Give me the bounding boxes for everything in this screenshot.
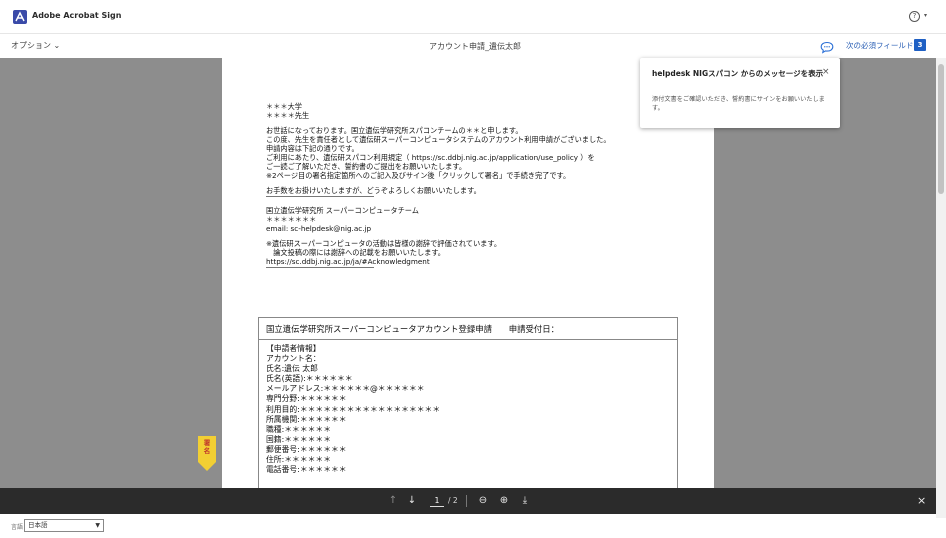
vertical-scrollbar[interactable] (936, 58, 946, 518)
next-required-field-button[interactable]: 次の必須フィールド (846, 40, 913, 51)
toolbar-divider (466, 495, 467, 507)
sender-message-popup: helpdesk NIGスパコン からのメッセージを表示 × 添付文書をご確認い… (640, 58, 840, 128)
scrollbar-thumb[interactable] (938, 64, 944, 194)
letter-line: ご一読ご了解いただき、誓約書のご提出をお願いいたします。 (266, 162, 467, 171)
letter-line: ＊＊＊＊先生 (266, 111, 310, 120)
letter-line: ＊＊＊大学 (266, 102, 302, 111)
options-menu-button[interactable]: オプション ⌄ (11, 40, 60, 51)
form-field-line: 【申請者情報】 (266, 344, 321, 353)
arrow-down-icon[interactable]: ↓ (405, 488, 419, 514)
arrow-up-icon[interactable]: ↑ (386, 488, 400, 514)
application-form: 国立遺伝学研究所スーパーコンピュータアカウント登録申請 申請受付日： 【申請者情… (258, 317, 678, 488)
zoom-in-icon[interactable]: ⊕ (497, 488, 511, 514)
letter-line: ご利用にあたり、遺伝研スパコン利用規定（ https://sc.ddbj.nig… (266, 153, 595, 162)
popup-message: 添付文書をご確認いただき、誓約書にサインをお願いいたします。 (652, 96, 825, 112)
divider-line (266, 196, 374, 205)
close-icon[interactable]: × (822, 67, 830, 77)
form-field-line: 利用目的:＊＊＊＊＊＊＊＊＊＊＊＊＊＊＊＊＊＊ (266, 404, 441, 414)
document-toolbar: オプション ⌄ アカウント申請_遺伝太郎 次の必須フィールド 3 (0, 34, 946, 58)
language-label: 言語 (11, 524, 24, 531)
app-title: Adobe Acrobat Sign (32, 11, 122, 20)
app-header: Adobe Acrobat Sign ? ▾ (0, 0, 946, 34)
signature-marker-label: 署名 (203, 439, 211, 455)
letter-body: ＊＊＊大学 ＊＊＊＊先生お世話になっております。国立遺伝学研究所スパコンチームの＊… (266, 102, 686, 277)
acrobat-logo-icon (13, 10, 27, 24)
help-menu-button[interactable]: ? ▾ (909, 9, 933, 25)
form-field-line: 郵便番号:＊＊＊＊＊＊ (266, 444, 347, 454)
divider-line (266, 267, 374, 276)
message-icon[interactable] (820, 39, 834, 54)
letter-line: お世話になっております。国立遺伝学研究所スパコンチームの＊＊と申します。 (266, 126, 523, 135)
popup-title: helpdesk NIGスパコン からのメッセージを表示 (652, 69, 824, 78)
form-field-line: 職種:＊＊＊＊＊＊ (266, 424, 332, 434)
letter-line: ＊＊＊＊＊＊＊ (266, 215, 317, 224)
page-number-input[interactable]: 1 (430, 494, 444, 507)
letter-line: ※遺伝研スーパーコンピュータの活動は皆様の謝辞で評価されています。 (266, 239, 502, 248)
form-field-line: 電話番号:＊＊＊＊＊＊ (266, 465, 347, 475)
language-value: 日本語 (28, 521, 48, 529)
form-fields: 【申請者情報】 アカウント名： 氏名:遺伝 太郎 氏名(英語):＊＊＊＊＊＊ メールアド… (266, 344, 440, 475)
close-icon[interactable]: × (917, 488, 926, 514)
download-icon[interactable]: ⤓ (518, 488, 532, 514)
letter-line: 国立遺伝学研究所 スーパーコンピュータチーム (266, 206, 419, 215)
language-select[interactable]: 日本語 ▼ (24, 519, 104, 532)
page-navigation-toolbar: ↑ ↓ 1 / 2 ⊖ ⊕ ⤓ × (0, 488, 936, 514)
letter-line: この度、先生を責任者として遺伝研スーパーコンピュータシステムのアカウント利用申請… (266, 135, 611, 144)
letter-line: 論文投稿の際には謝辞への記載をお願いいたします。 (266, 248, 445, 257)
document-title: アカウント申請_遺伝太郎 (429, 42, 521, 51)
form-field-line: 氏名:遺伝 太郎 (266, 364, 318, 374)
help-icon: ? (909, 11, 920, 22)
chevron-down-icon: ▼ (95, 522, 100, 529)
form-header: 国立遺伝学研究所スーパーコンピュータアカウント登録申請 申請受付日： (259, 318, 677, 340)
form-field-line: アカウント名： (266, 354, 321, 364)
letter-line: 申請内容は下記の通りです。 (266, 144, 359, 153)
page-total: / 2 (448, 496, 458, 505)
form-field-line: 国籍:＊＊＊＊＊＊ (266, 434, 332, 444)
form-field-line: 氏名(英語):＊＊＊＊＊＊ (266, 374, 353, 384)
letter-line: https://sc.ddbj.nig.ac.jp/ja/#Acknowledg… (266, 257, 430, 266)
letter-line: お手数をお掛けいたしますが、どうぞよろしくお願いいたします。 (266, 186, 481, 195)
form-field-line: 所属機関:＊＊＊＊＊＊ (266, 414, 347, 424)
chevron-down-icon: ▾ (924, 12, 928, 19)
letter-line: email: sc-helpdesk@nig.ac.jp (266, 224, 372, 233)
form-field-line: メールアドレス:＊＊＊＊＊＊@＊＊＊＊＊＊ (266, 384, 425, 394)
zoom-out-icon[interactable]: ⊖ (476, 488, 490, 514)
page-footer: 言語 日本語 ▼ (0, 514, 936, 538)
form-field-line: 住所:＊＊＊＊＊＊ (266, 455, 332, 465)
letter-line: ※2ページ目の署名指定箇所へのご記入及びサイン後「クリックして署名」で手続き完了… (266, 171, 571, 180)
form-field-line: 専門分野:＊＊＊＊＊＊ (266, 394, 347, 404)
signature-field-marker[interactable]: 署名 (198, 436, 216, 471)
required-field-count-badge[interactable]: 3 (914, 39, 926, 51)
